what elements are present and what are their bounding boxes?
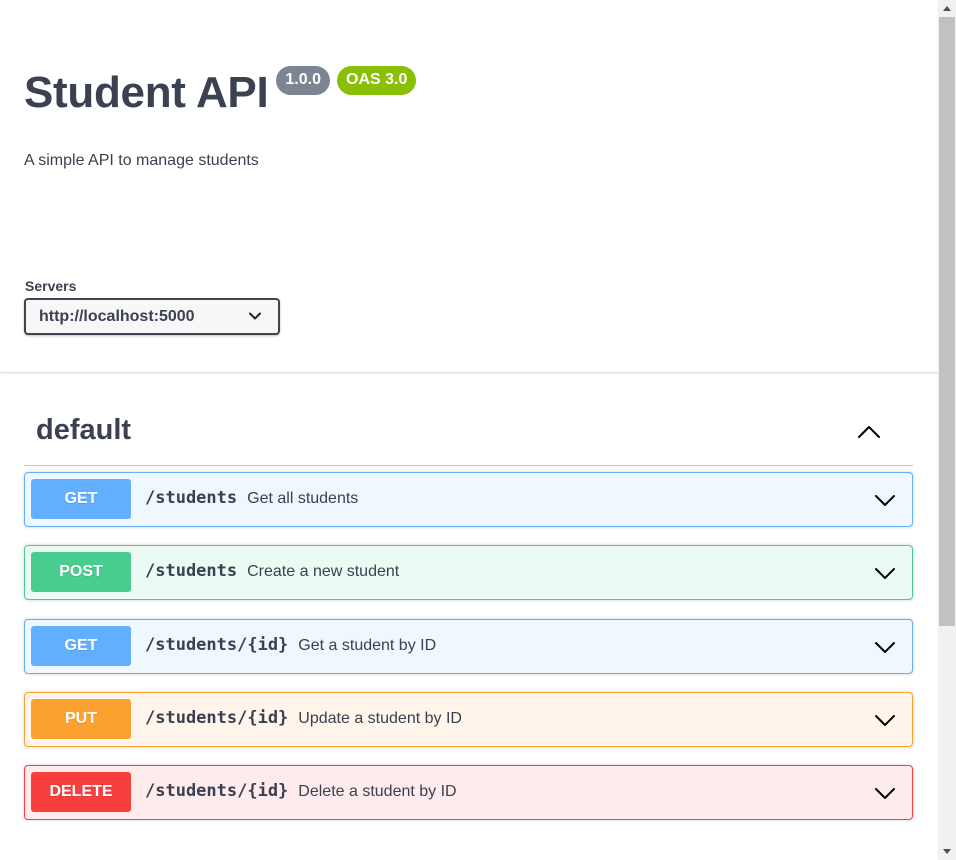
api-description: A simple API to manage students xyxy=(24,152,259,169)
swagger-ui-page: Student API 1.0.0 OAS 3.0 A simple API t… xyxy=(0,0,938,860)
operation-path: /students/{id} xyxy=(145,635,289,655)
operation-summary: Get all students xyxy=(247,490,359,507)
operation-delete-student-by-id[interactable]: DELETE /students/{id} Delete a student by… xyxy=(24,765,913,820)
tag-title: default xyxy=(36,414,132,446)
scroll-up-arrow-icon[interactable] xyxy=(938,0,956,17)
chevron-down-icon[interactable] xyxy=(873,708,897,732)
operation-put-student-by-id[interactable]: PUT /students/{id} Update a student by ID xyxy=(24,692,913,747)
api-info: Student API 1.0.0 OAS 3.0 xyxy=(24,60,417,118)
chevron-up-icon[interactable] xyxy=(857,420,881,444)
operation-post-students[interactable]: POST /students Create a new student xyxy=(24,545,913,600)
version-badge: 1.0.0 xyxy=(276,66,330,95)
scrollbar-thumb[interactable] xyxy=(939,17,955,626)
method-badge: DELETE xyxy=(31,772,131,812)
chevron-down-icon[interactable] xyxy=(873,635,897,659)
chevron-down-icon[interactable] xyxy=(873,781,897,805)
oas-version-badge: OAS 3.0 xyxy=(337,66,417,95)
operation-path-line: /students/{id} Get a student by ID xyxy=(145,635,436,655)
operation-path: /students xyxy=(145,488,238,508)
operation-get-students[interactable]: GET /students Get all students xyxy=(24,472,913,527)
method-badge: PUT xyxy=(31,699,131,739)
server-select-value: http://localhost:5000 xyxy=(39,307,195,325)
operation-path-line: /students Create a new student xyxy=(145,561,399,581)
operation-path-line: /students/{id} Delete a student by ID xyxy=(145,781,457,801)
operation-summary: Get a student by ID xyxy=(298,637,437,654)
operation-summary: Update a student by ID xyxy=(298,710,462,727)
chevron-down-icon[interactable] xyxy=(873,488,897,512)
method-badge: GET xyxy=(31,479,131,519)
method-badge: GET xyxy=(31,626,131,666)
operation-summary: Create a new student xyxy=(247,563,400,580)
operation-get-student-by-id[interactable]: GET /students/{id} Get a student by ID xyxy=(24,619,913,674)
api-title: Student API xyxy=(24,68,269,117)
server-select[interactable]: http://localhost:5000 xyxy=(24,298,280,335)
tag-section-header[interactable]: default xyxy=(24,408,913,466)
chevron-down-icon[interactable] xyxy=(873,561,897,585)
operation-path-line: /students Get all students xyxy=(145,488,358,508)
scroll-down-arrow-icon[interactable] xyxy=(938,843,956,860)
vertical-scrollbar[interactable] xyxy=(938,0,956,860)
scheme-container-divider xyxy=(0,372,938,373)
operation-path: /students/{id} xyxy=(145,781,289,801)
chevron-down-icon xyxy=(248,309,262,328)
operation-path-line: /students/{id} Update a student by ID xyxy=(145,708,462,728)
operation-path: /students xyxy=(145,561,238,581)
method-badge: POST xyxy=(31,552,131,592)
operation-summary: Delete a student by ID xyxy=(298,783,457,800)
servers-label: Servers xyxy=(25,278,77,294)
operation-path: /students/{id} xyxy=(145,708,289,728)
title-row: Student API 1.0.0 OAS 3.0 xyxy=(24,60,417,118)
